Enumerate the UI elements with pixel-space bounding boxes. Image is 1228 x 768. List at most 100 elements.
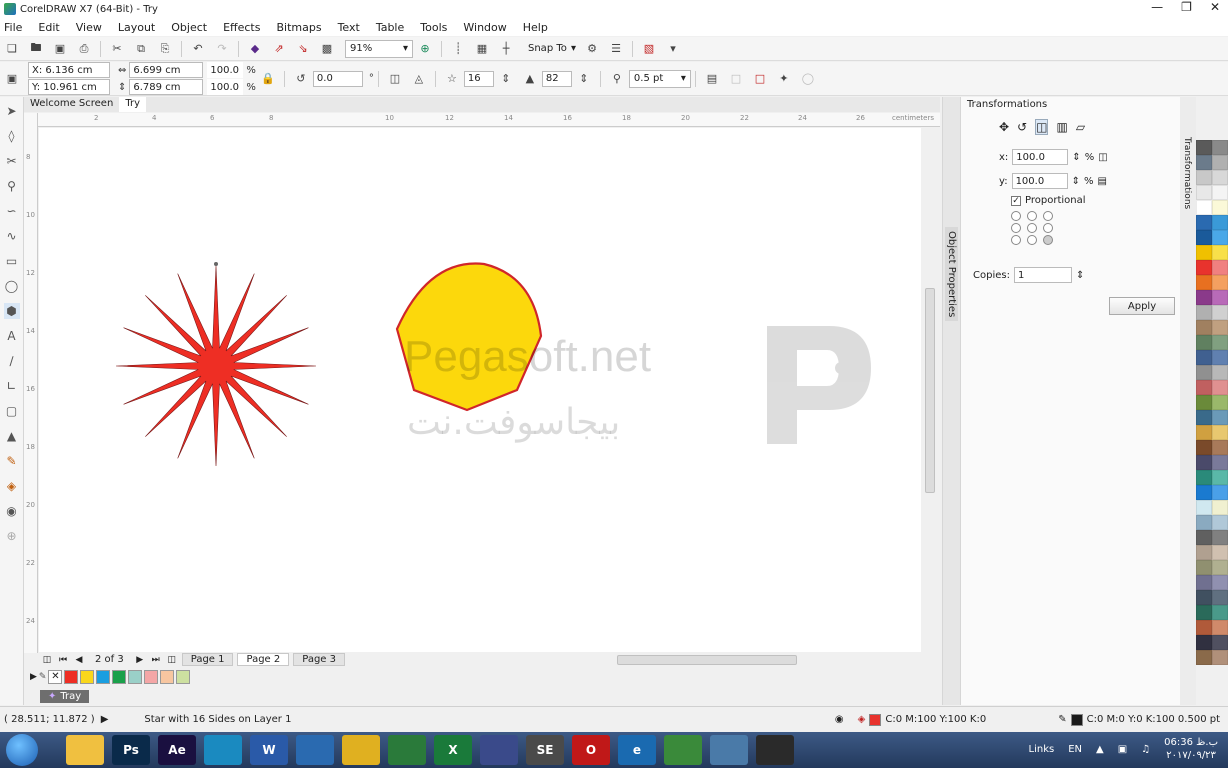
doc-color-swatch[interactable]: [64, 670, 79, 684]
palette-swatch[interactable]: [1212, 140, 1228, 155]
status-play-icon[interactable]: ▶: [101, 714, 109, 725]
palette-swatch[interactable]: [1212, 215, 1228, 230]
pick-tool-icon[interactable]: ➤: [4, 103, 20, 119]
palette-swatch[interactable]: [1196, 590, 1212, 605]
doc-color-swatch[interactable]: [112, 670, 127, 684]
menu-object[interactable]: Object: [171, 21, 207, 34]
position-transform-icon[interactable]: ✥: [999, 120, 1009, 134]
palette-swatch[interactable]: [1196, 545, 1212, 560]
palette-swatch[interactable]: [1212, 425, 1228, 440]
convert-to-curves-icon[interactable]: ✦: [777, 72, 791, 86]
palette-swatch[interactable]: [1196, 275, 1212, 290]
menu-file[interactable]: File: [4, 21, 22, 34]
artistic-media-icon[interactable]: ∿: [4, 228, 20, 244]
welcome-dropdown-icon[interactable]: ▾: [666, 42, 680, 56]
apply-button[interactable]: Apply: [1109, 297, 1175, 315]
mirror-horizontal-icon[interactable]: ◫: [388, 72, 402, 86]
palette-swatch[interactable]: [1196, 485, 1212, 500]
color-eyedropper-icon[interactable]: ✎: [4, 453, 20, 469]
palette-swatch[interactable]: [1196, 350, 1212, 365]
show-guidelines-icon[interactable]: ┼: [499, 42, 513, 56]
transformations-tab[interactable]: Transformations: [1182, 137, 1192, 209]
lock-ratio-icon[interactable]: 🔒: [261, 72, 275, 86]
add-page-after-icon[interactable]: ◫: [166, 655, 178, 665]
palette-swatch[interactable]: [1212, 590, 1228, 605]
palette-swatch[interactable]: [1196, 500, 1212, 515]
outline-width-dropdown[interactable]: 0.5 pt ▾: [628, 69, 691, 88]
minimize-icon[interactable]: —: [1151, 0, 1163, 14]
sharpness-field[interactable]: 82: [541, 70, 572, 87]
taskbar-app-button[interactable]: [388, 735, 426, 765]
palette-swatch[interactable]: [1212, 605, 1228, 620]
taskbar-app-button[interactable]: [664, 735, 702, 765]
tab-welcome-screen[interactable]: Welcome Screen: [24, 97, 119, 112]
palette-swatch[interactable]: [1212, 305, 1228, 320]
outline-color-swatch[interactable]: [1070, 713, 1083, 726]
print-icon[interactable]: ⎙: [77, 42, 91, 56]
palette-swatch[interactable]: [1196, 200, 1212, 215]
anchor-top-left[interactable]: [1011, 211, 1021, 221]
doc-color-swatch[interactable]: [144, 670, 159, 684]
points-spinner-icon[interactable]: ⇕: [499, 72, 513, 86]
palette-swatch[interactable]: [1196, 305, 1212, 320]
menu-help[interactable]: Help: [523, 21, 548, 34]
palette-swatch[interactable]: [1196, 560, 1212, 575]
anchor-middle-right[interactable]: [1043, 223, 1053, 233]
smart-fill-icon[interactable]: ◉: [4, 503, 20, 519]
mirror-vertical-icon[interactable]: ◬: [412, 72, 426, 86]
palette-swatch[interactable]: [1212, 260, 1228, 275]
palette-swatch[interactable]: [1196, 155, 1212, 170]
palette-swatch[interactable]: [1196, 530, 1212, 545]
close-icon[interactable]: ✕: [1210, 0, 1220, 14]
previous-page-icon[interactable]: ◀: [73, 655, 85, 665]
taskbar-app-button[interactable]: [296, 735, 334, 765]
vertical-scrollbar[interactable]: [922, 128, 938, 652]
palette-swatch[interactable]: [1212, 410, 1228, 425]
y-position-field[interactable]: Y: 10.961 cm: [28, 79, 110, 95]
full-screen-preview-icon[interactable]: ⊕: [418, 42, 432, 56]
palette-swatch[interactable]: [1196, 215, 1212, 230]
doc-color-swatch[interactable]: [128, 670, 143, 684]
polygon-tool-icon[interactable]: ⬢: [3, 303, 20, 319]
taskbar-app-button[interactable]: Ae: [158, 735, 196, 765]
volume-icon[interactable]: ♫: [1141, 744, 1150, 755]
mirror-horizontal-button-icon[interactable]: ◫: [1098, 152, 1107, 163]
interactive-fill-icon[interactable]: ◈: [4, 478, 20, 494]
export-icon[interactable]: ⇘: [296, 42, 310, 56]
zoom-tool-icon[interactable]: ⚲: [4, 178, 20, 194]
taskbar-app-button[interactable]: O: [572, 735, 610, 765]
palette-swatch[interactable]: [1196, 140, 1212, 155]
parallel-dimension-icon[interactable]: ∕: [4, 353, 20, 369]
anchor-top-right[interactable]: [1043, 211, 1053, 221]
taskbar-app-button[interactable]: [66, 735, 104, 765]
palette-swatch[interactable]: [1196, 320, 1212, 335]
publish-pdf-icon[interactable]: ▩: [320, 42, 334, 56]
palette-swatch[interactable]: [1196, 575, 1212, 590]
tray-button[interactable]: ✦ Tray: [40, 689, 90, 703]
rotation-field[interactable]: 0.0: [312, 70, 363, 87]
palette-swatch[interactable]: [1212, 395, 1228, 410]
copies-input[interactable]: 1: [1013, 267, 1072, 283]
palette-swatch[interactable]: [1196, 260, 1212, 275]
add-tool-icon[interactable]: ⊕: [4, 528, 20, 544]
drawing-canvas[interactable]: Pegasoft.net بیجاسوفت.نت: [39, 128, 921, 652]
palette-swatch[interactable]: [1196, 335, 1212, 350]
star-shape[interactable]: [115, 265, 317, 467]
palette-swatch[interactable]: [1212, 440, 1228, 455]
outline-to-object-icon[interactable]: ◯: [801, 72, 815, 86]
text-wrap-icon[interactable]: ▤: [705, 72, 719, 86]
network-icon[interactable]: ▣: [1118, 744, 1127, 755]
doc-color-swatch[interactable]: [80, 670, 95, 684]
palette-swatch[interactable]: [1196, 470, 1212, 485]
palette-swatch[interactable]: [1196, 635, 1212, 650]
cut-icon[interactable]: ✂: [110, 42, 124, 56]
size-transform-icon[interactable]: ▥: [1056, 120, 1067, 134]
taskbar-app-button[interactable]: e: [618, 735, 656, 765]
palette-swatch[interactable]: [1212, 245, 1228, 260]
rectangle-tool-icon[interactable]: ▭: [4, 253, 20, 269]
palette-swatch[interactable]: [1212, 635, 1228, 650]
fill-color-swatch[interactable]: [869, 713, 882, 726]
palette-swatch[interactable]: [1212, 545, 1228, 560]
shape-tool-icon[interactable]: ◊: [4, 128, 20, 144]
anchor-top-center[interactable]: [1027, 211, 1037, 221]
